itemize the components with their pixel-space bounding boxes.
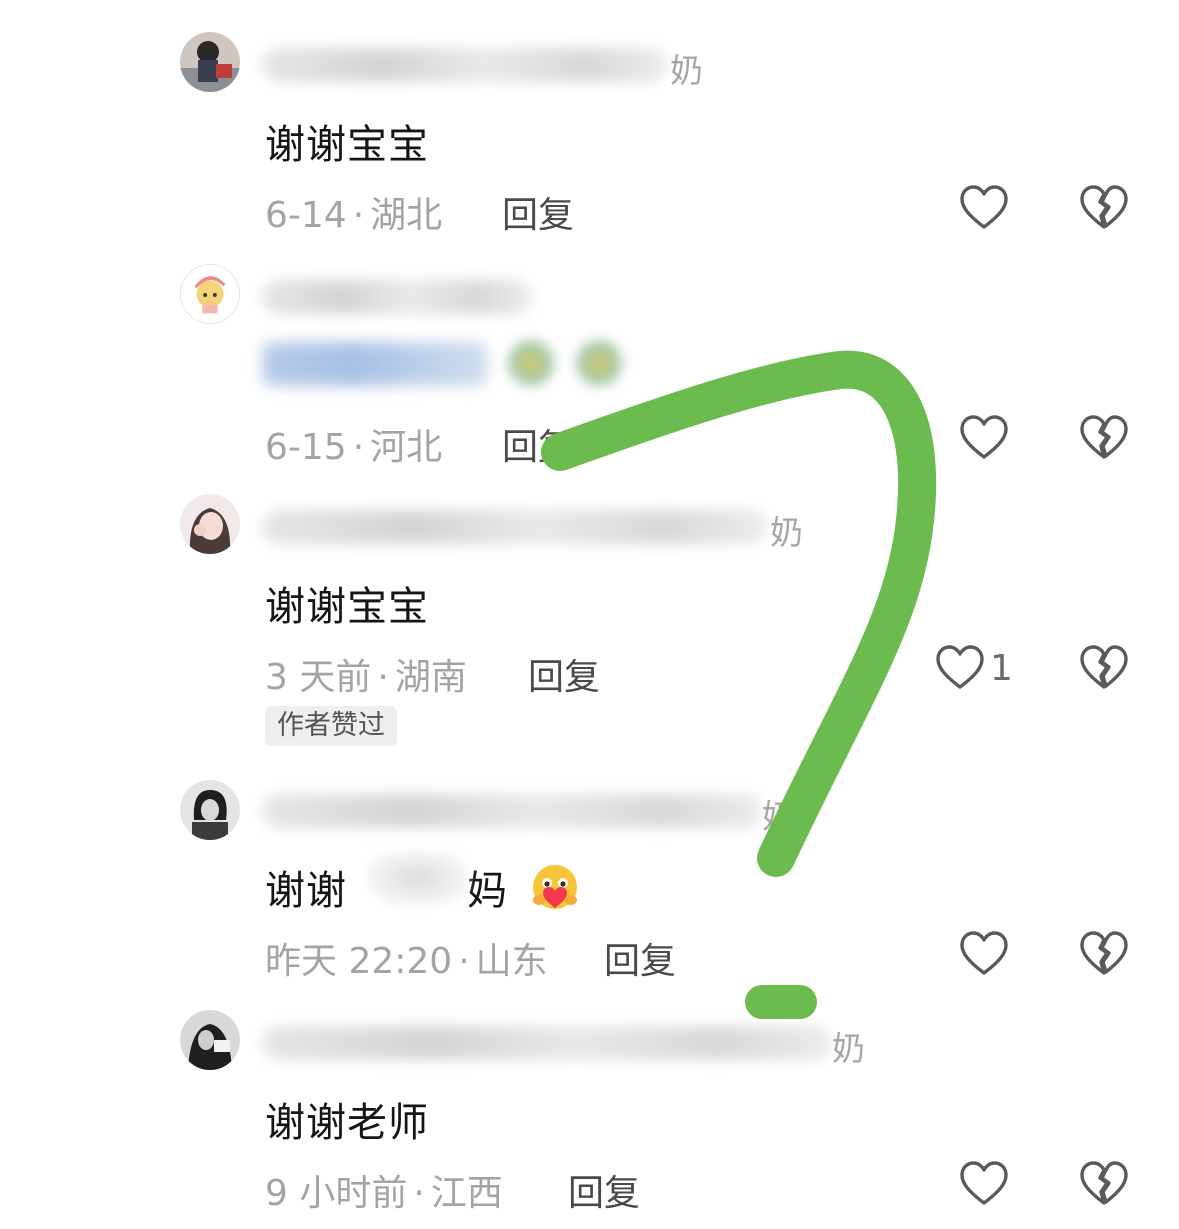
comment-date: 6-14 [265,195,347,236]
comment-date: 6-15 [265,427,347,468]
reply-button[interactable]: 回复 [568,1164,640,1216]
username-suffix: 奶 [770,513,803,552]
meta-separator: · [413,1173,425,1214]
username-suffix: 奶 [762,797,795,836]
username[interactable]: 奶 [262,506,812,552]
blurred-username [262,1026,832,1060]
blurred-emoji [508,340,554,386]
broken-heart-icon [1080,645,1128,689]
comment-meta: 6-14 · 湖北 [265,186,442,238]
comment-date: 9 小时前 [265,1173,408,1214]
meta-separator: · [458,941,470,982]
username-suffix: 奶 [670,51,703,90]
question-mark-curve [541,350,937,877]
heart-outline-icon [960,931,1008,975]
meta-separator: · [377,657,389,698]
heart-outline-icon [960,415,1008,459]
like-button[interactable] [934,642,986,694]
username[interactable]: 奶 [262,44,703,90]
blurred-username [262,510,767,544]
author-liked-badge: 作者赞过 [265,706,397,746]
comment-text-prefix: 谢谢 [265,868,347,914]
comment-meta: 9 小时前 · 江西 [265,1164,503,1216]
heart-outline-icon [960,185,1008,229]
reply-button[interactable]: 回复 [502,418,574,470]
like-count: 1 [990,648,1013,689]
avatar[interactable] [180,1010,240,1070]
avatar[interactable] [180,32,240,92]
hugging-heart-emoji [528,862,582,916]
blurred-username [262,280,532,314]
reply-button[interactable]: 回复 [604,932,676,984]
dislike-button[interactable] [1078,412,1130,464]
broken-heart-icon [1080,1161,1128,1205]
comment-date: 昨天 22:20 [265,941,453,982]
dislike-button[interactable] [1078,642,1130,694]
heart-outline-icon [936,645,984,689]
broken-heart-icon [1080,415,1128,459]
dislike-button[interactable] [1078,928,1130,980]
reply-button[interactable]: 回复 [502,186,574,238]
comment-meta: 6-15 · 河北 [265,418,442,470]
like-button[interactable] [958,182,1010,234]
username[interactable]: 奶 [262,790,795,836]
blurred-username [262,794,762,828]
dislike-button[interactable] [1078,1158,1130,1210]
comment-text-suffix: 妈 [467,868,508,914]
avatar[interactable] [180,264,240,324]
like-button[interactable] [958,928,1010,980]
blurred-comment-text [262,342,487,386]
comment-text: 谢谢宝宝 [265,122,429,168]
comment-location: 湖北 [370,195,443,236]
blurred-username [262,48,667,82]
username-suffix: 奶 [832,1029,865,1068]
like-button[interactable] [958,412,1010,464]
username[interactable]: 奶 [262,1022,872,1068]
comment-date: 3 天前 [265,657,372,698]
comment-location: 湖南 [394,657,467,698]
reply-button[interactable]: 回复 [528,648,600,700]
dislike-button[interactable] [1078,182,1130,234]
blur-smear [368,852,468,904]
blurred-emoji [576,340,622,386]
meta-separator: · [352,195,365,236]
comment-location: 河北 [370,427,443,468]
comment-meta: 3 天前 · 湖南 [265,648,467,700]
comment-text: 谢谢宝宝 [265,584,429,630]
comment-location: 江西 [430,1173,503,1214]
broken-heart-icon [1080,931,1128,975]
avatar[interactable] [180,780,240,840]
comment-text: 谢谢老师 [265,1100,429,1146]
meta-separator: · [352,427,365,468]
heart-outline-icon [960,1161,1008,1205]
avatar[interactable] [180,494,240,554]
comment-location: 山东 [475,941,548,982]
like-button[interactable] [958,1158,1010,1210]
comment-meta: 昨天 22:20 · 山东 [265,932,548,984]
username[interactable] [262,276,542,316]
broken-heart-icon [1080,185,1128,229]
